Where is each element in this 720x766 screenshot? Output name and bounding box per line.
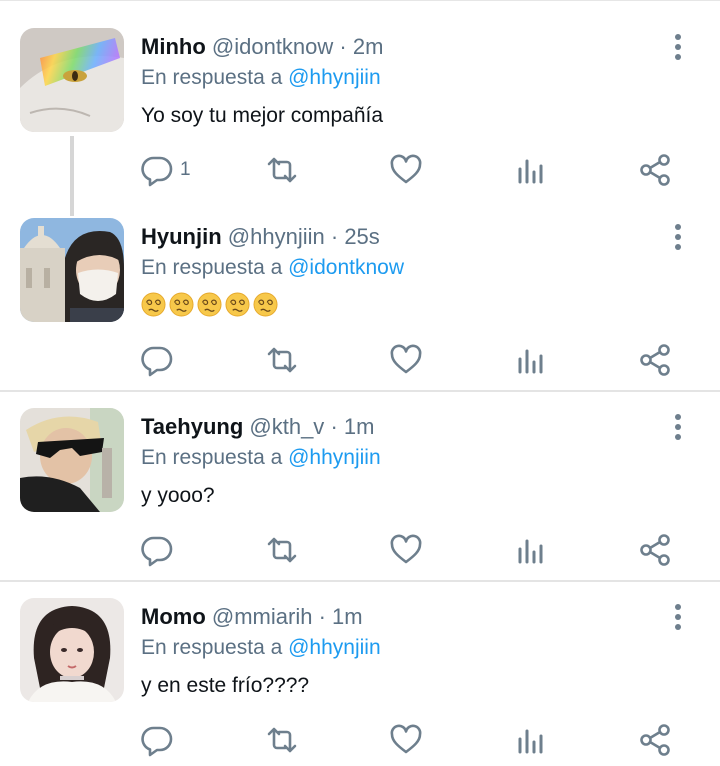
reply-icon	[140, 153, 174, 187]
like-button[interactable]	[389, 720, 423, 760]
retweet-icon	[265, 153, 299, 187]
more-icon[interactable]	[668, 32, 688, 62]
author-handle[interactable]: @kth_v	[249, 414, 324, 439]
tweet-text: y en este frío????	[141, 674, 310, 697]
share-button[interactable]	[638, 720, 672, 760]
reply-button[interactable]: 1	[140, 150, 191, 190]
like-button[interactable]	[389, 150, 423, 190]
tweet-text: y yooo?	[141, 484, 215, 507]
tweet-header: Hyunjin @hhynjiin · 25s	[141, 224, 380, 250]
retweet-button[interactable]	[265, 150, 299, 190]
analytics-icon	[514, 153, 548, 187]
reply-context: En respuesta a @hhynjiin	[141, 445, 381, 471]
like-icon	[389, 153, 423, 187]
analytics-button[interactable]	[514, 150, 548, 190]
avatar[interactable]	[20, 218, 124, 322]
reply-button[interactable]	[140, 340, 174, 380]
retweet-button[interactable]	[265, 340, 299, 380]
woozy-face-icon	[197, 292, 222, 317]
mention-link[interactable]: @hhynjiin	[288, 66, 381, 89]
tweet-hyunjin[interactable]: Hyunjin @hhynjiin · 25s En respuesta a @…	[0, 192, 720, 390]
like-button[interactable]	[389, 530, 423, 570]
tweet-header: Momo @mmiarih · 1m	[141, 604, 363, 630]
share-icon	[638, 153, 672, 187]
author-name[interactable]: Minho	[141, 34, 206, 59]
avatar[interactable]	[20, 598, 124, 702]
share-button[interactable]	[638, 530, 672, 570]
reply-icon	[140, 533, 174, 567]
author-name[interactable]: Momo	[141, 604, 206, 629]
share-icon	[638, 723, 672, 757]
tweet-minho[interactable]: Minho @idontknow · 2m En respuesta a @hh…	[0, 0, 720, 216]
reply-prefix: En respuesta a	[141, 66, 283, 89]
reply-count: 1	[180, 159, 191, 180]
action-bar: 1	[0, 150, 720, 190]
retweet-button[interactable]	[265, 720, 299, 760]
mention-link[interactable]: @hhynjiin	[288, 636, 381, 659]
retweet-icon	[265, 723, 299, 757]
reply-feed: Minho @idontknow · 2m En respuesta a @hh…	[0, 0, 720, 766]
share-icon	[638, 533, 672, 567]
tweet-emoji-text	[141, 292, 278, 317]
retweet-icon	[265, 533, 299, 567]
separator: ·	[339, 34, 347, 59]
reply-context: En respuesta a @idontknow	[141, 255, 404, 281]
woozy-face-icon	[225, 292, 250, 317]
avatar[interactable]	[20, 408, 124, 512]
reply-icon	[140, 343, 174, 377]
tweet-text: Yo soy tu mejor compañía	[141, 104, 384, 127]
action-bar	[0, 340, 720, 380]
reply-prefix: En respuesta a	[141, 256, 283, 279]
analytics-icon	[514, 343, 548, 377]
timestamp[interactable]: 1m	[332, 604, 363, 629]
share-button[interactable]	[638, 150, 672, 190]
mention-link[interactable]: @idontknow	[288, 256, 404, 279]
woozy-face-icon	[169, 292, 194, 317]
retweet-icon	[265, 343, 299, 377]
analytics-icon	[514, 723, 548, 757]
reply-context: En respuesta a @hhynjiin	[141, 635, 381, 661]
separator: ·	[330, 414, 338, 439]
reply-button[interactable]	[140, 720, 174, 760]
analytics-button[interactable]	[514, 720, 548, 760]
action-bar	[0, 720, 720, 760]
tweet-header: Taehyung @kth_v · 1m	[141, 414, 374, 440]
reply-button[interactable]	[140, 530, 174, 570]
reply-icon	[140, 723, 174, 757]
reply-prefix: En respuesta a	[141, 446, 283, 469]
share-button[interactable]	[638, 340, 672, 380]
analytics-icon	[514, 533, 548, 567]
more-icon[interactable]	[668, 222, 688, 252]
action-bar	[0, 530, 720, 570]
analytics-button[interactable]	[514, 530, 548, 570]
like-button[interactable]	[389, 340, 423, 380]
timestamp[interactable]: 25s	[344, 224, 379, 249]
like-icon	[389, 343, 423, 377]
avatar[interactable]	[20, 28, 124, 132]
share-icon	[638, 343, 672, 377]
timestamp[interactable]: 1m	[344, 414, 375, 439]
mention-link[interactable]: @hhynjiin	[288, 446, 381, 469]
author-name[interactable]: Hyunjin	[141, 224, 222, 249]
retweet-button[interactable]	[265, 530, 299, 570]
analytics-button[interactable]	[514, 340, 548, 380]
tweet-header: Minho @idontknow · 2m	[141, 34, 383, 60]
separator: ·	[318, 604, 326, 629]
more-icon[interactable]	[668, 412, 688, 442]
reply-prefix: En respuesta a	[141, 636, 283, 659]
woozy-face-icon	[253, 292, 278, 317]
author-name[interactable]: Taehyung	[141, 414, 243, 439]
separator: ·	[330, 224, 339, 249]
like-icon	[389, 533, 423, 567]
author-handle[interactable]: @idontknow	[212, 34, 333, 59]
timestamp[interactable]: 2m	[353, 34, 384, 59]
tweet-momo[interactable]: Momo @mmiarih · 1m En respuesta a @hhynj…	[0, 582, 720, 766]
author-handle[interactable]: @mmiarih	[212, 604, 313, 629]
tweet-taehyung[interactable]: Taehyung @kth_v · 1m En respuesta a @hhy…	[0, 392, 720, 580]
author-handle[interactable]: @hhynjiin	[228, 224, 325, 249]
more-icon[interactable]	[668, 602, 688, 632]
like-icon	[389, 723, 423, 757]
reply-context: En respuesta a @hhynjiin	[141, 65, 381, 91]
woozy-face-icon	[141, 292, 166, 317]
